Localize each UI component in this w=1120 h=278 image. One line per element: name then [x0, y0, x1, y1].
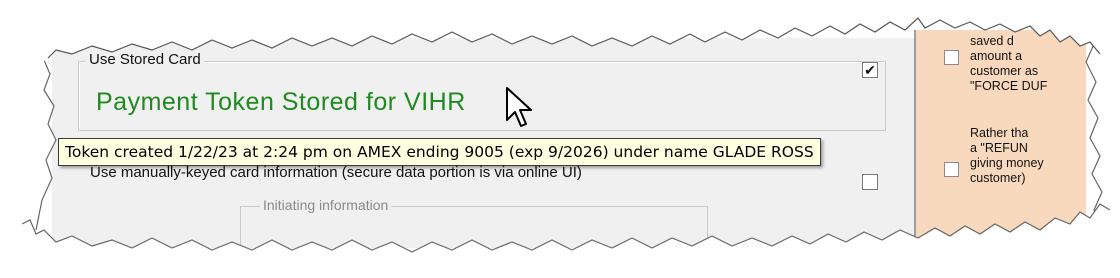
- use-stored-card-checkbox[interactable]: ✔: [862, 62, 878, 78]
- mouse-cursor-icon: [506, 87, 532, 127]
- token-tooltip: Token created 1/22/23 at 2:24 pm on AMEX…: [58, 138, 821, 166]
- right-pane-line: giving money: [970, 156, 1044, 170]
- right-pane-line: Rather tha: [970, 126, 1029, 140]
- right-pane-line: customer as: [970, 64, 1039, 78]
- torn-edge-bottom: [0, 200, 1120, 278]
- torn-edge-top: [0, 0, 1120, 64]
- right-pane-line: "FORCE DUF: [970, 79, 1048, 93]
- right-pane-line: a "REFUN: [970, 141, 1028, 155]
- screenshot-excerpt: Use Stored Card ✔ Payment Token Stored f…: [0, 0, 1120, 278]
- right-pane-checkbox-2[interactable]: [944, 162, 959, 177]
- manual-card-checkbox[interactable]: [862, 174, 878, 190]
- right-pane-text-block-2: Rather tha a "REFUN giving money custome…: [970, 126, 1044, 186]
- right-pane-line: customer): [970, 171, 1026, 185]
- manual-card-label: Use manually-keyed card information (sec…: [90, 164, 582, 181]
- payment-token-title: Payment Token Stored for VIHR: [96, 88, 466, 116]
